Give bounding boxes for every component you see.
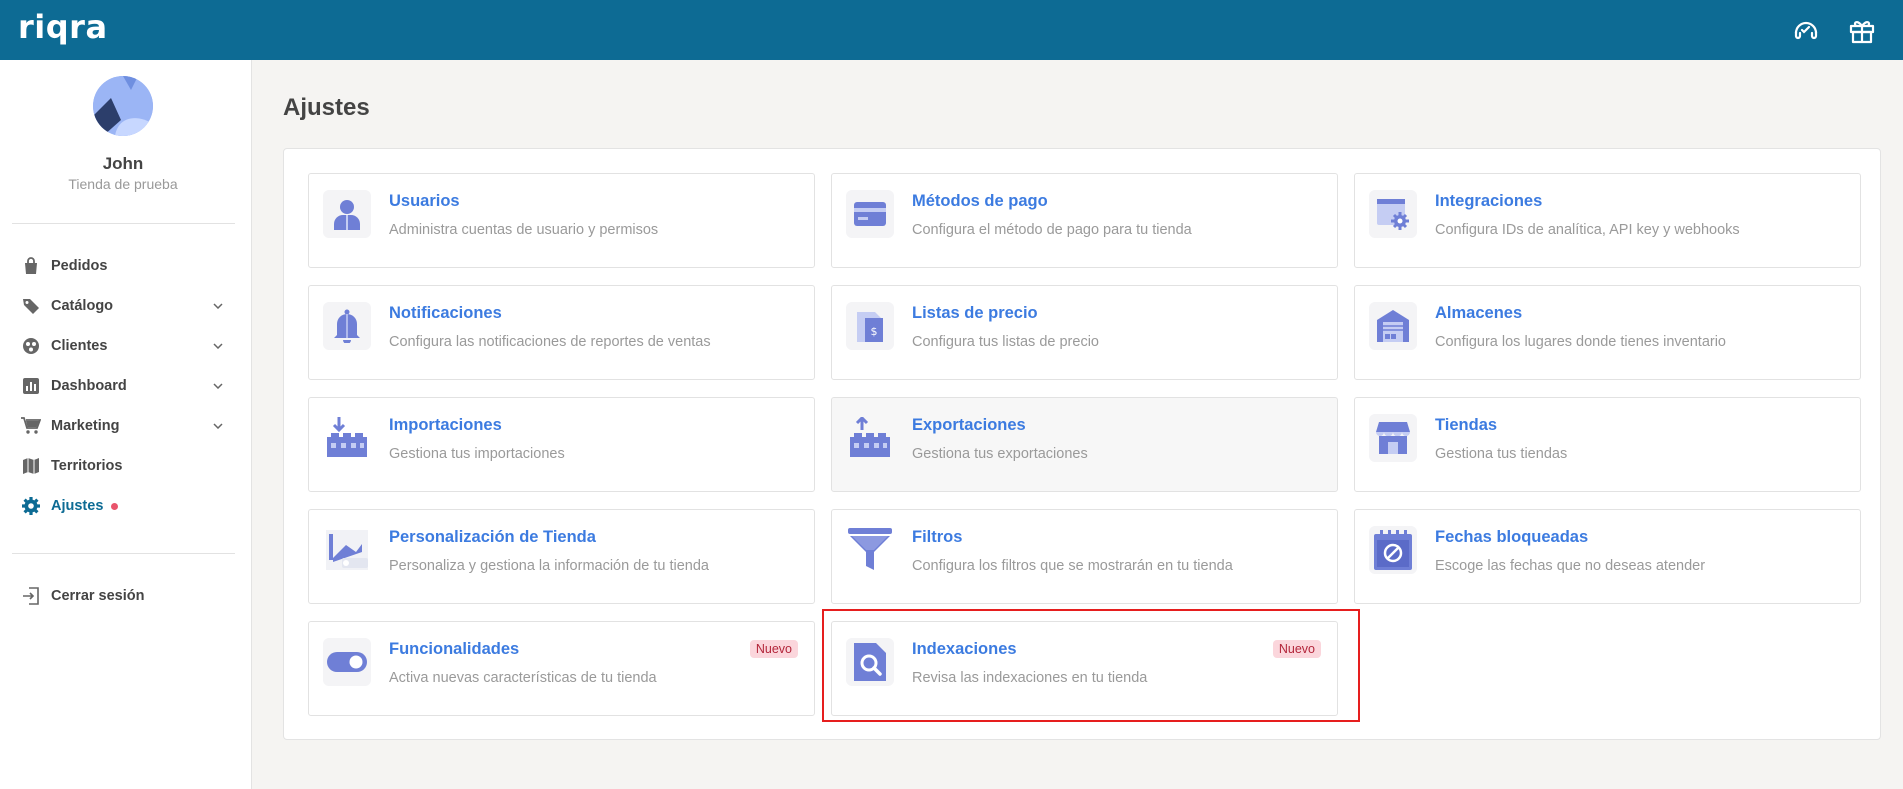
avatar[interactable]	[93, 76, 153, 136]
card-description: Configura las notificaciones de reportes…	[389, 334, 711, 350]
card-title: Almacenes	[1435, 304, 1523, 322]
filter-icon	[846, 526, 894, 574]
chevron-down-icon[interactable]	[210, 418, 226, 434]
export-icon	[846, 414, 894, 462]
settings-card-almacenes[interactable]: Almacenes Configura los lugares donde ti…	[1354, 285, 1861, 380]
logout-button[interactable]: Cerrar sesión	[20, 583, 230, 609]
sidebar-item-territorios[interactable]: Territorios	[20, 453, 230, 479]
sidebar-item-dashboard[interactable]: Dashboard	[20, 373, 230, 399]
card-description: Gestiona tus tiendas	[1435, 446, 1568, 462]
card-title: Importaciones	[389, 416, 502, 434]
top-bar: riqra	[0, 0, 1903, 60]
card-description: Configura los filtros que se mostrarán e…	[912, 558, 1233, 574]
user-icon	[323, 190, 371, 238]
credit-card-icon	[846, 190, 894, 238]
sidebar-item-label: Pedidos	[51, 258, 108, 274]
settings-card-notificaciones[interactable]: Notificaciones Configura las notificacio…	[308, 285, 815, 380]
integrations-icon	[1369, 190, 1417, 238]
settings-card-fechas-bloqueadas[interactable]: Fechas bloqueadas Escoge las fechas que …	[1354, 509, 1861, 604]
page-title: Ajustes	[283, 94, 370, 121]
card-title: Usuarios	[389, 192, 460, 210]
headset-icon[interactable]	[1789, 13, 1823, 47]
customize-icon	[323, 526, 371, 574]
card-title: Listas de precio	[912, 304, 1038, 322]
settings-card-funcionalidades[interactable]: Funcionalidades Activa nuevas caracterís…	[308, 621, 815, 716]
chevron-down-icon[interactable]	[210, 338, 226, 354]
users-icon	[20, 335, 42, 357]
settings-card-exportaciones[interactable]: Exportaciones Gestiona tus exportaciones	[831, 397, 1338, 492]
card-title: Métodos de pago	[912, 192, 1048, 210]
sidebar-item-label: Ajustes	[51, 498, 104, 514]
card-description: Configura IDs de analítica, API key y we…	[1435, 222, 1740, 238]
sidebar-item-label: Dashboard	[51, 378, 127, 394]
sidebar-divider	[12, 553, 235, 554]
settings-card-tiendas[interactable]: Tiendas Gestiona tus tiendas	[1354, 397, 1861, 492]
logout-label: Cerrar sesión	[51, 588, 145, 604]
svg-text:$: $	[871, 325, 878, 338]
card-title: Notificaciones	[389, 304, 502, 322]
gift-icon[interactable]	[1845, 13, 1879, 47]
settings-card-usuarios[interactable]: Usuarios Administra cuentas de usuario y…	[308, 173, 815, 268]
bag-icon	[20, 255, 42, 277]
settings-card-importaciones[interactable]: Importaciones Gestiona tus importaciones	[308, 397, 815, 492]
card-description: Personaliza y gestiona la información de…	[389, 558, 709, 574]
settings-card-metodos-de-pago[interactable]: Métodos de pago Configura el método de p…	[831, 173, 1338, 268]
sidebar-item-label: Catálogo	[51, 298, 114, 314]
card-description: Escoge las fechas que no deseas atender	[1435, 558, 1706, 574]
chart-icon	[20, 375, 42, 397]
warehouse-icon	[1369, 302, 1417, 350]
card-description: Gestiona tus exportaciones	[912, 446, 1088, 462]
card-title: Tiendas	[1435, 416, 1498, 434]
card-title: Fechas bloqueadas	[1435, 528, 1589, 546]
highlight-box	[822, 609, 1360, 722]
card-title: Exportaciones	[912, 416, 1026, 434]
card-description: Configura el método de pago para tu tien…	[912, 222, 1192, 238]
settings-card-personalizacion[interactable]: Personalización de Tienda Personaliza y …	[308, 509, 815, 604]
sidebar-item-pedidos[interactable]: Pedidos	[20, 253, 230, 279]
new-badge: Nuevo	[749, 640, 798, 658]
chevron-down-icon[interactable]	[210, 378, 226, 394]
settings-card-filtros[interactable]: Filtros Configura los filtros que se mos…	[831, 509, 1338, 604]
toggle-icon	[323, 638, 371, 686]
sidebar-divider	[12, 223, 235, 224]
card-description: Administra cuentas de usuario y permisos	[389, 222, 659, 238]
blocked-calendar-icon	[1369, 526, 1417, 574]
sidebar-item-label: Marketing	[51, 418, 120, 434]
card-description: Activa nuevas características de tu tien…	[389, 670, 657, 686]
sidebar: John Tienda de prueba Pedidos Catálogo C…	[0, 60, 252, 789]
store-icon	[1369, 414, 1417, 462]
cart-icon	[20, 415, 42, 437]
notification-dot	[111, 502, 119, 510]
card-description: Configura los lugares donde tienes inven…	[1435, 334, 1726, 350]
card-description: Configura tus listas de precio	[912, 334, 1099, 350]
card-title: Personalización de Tienda	[389, 528, 596, 546]
settings-card-integraciones[interactable]: Integraciones Configura IDs de analítica…	[1354, 173, 1861, 268]
card-title: Filtros	[912, 528, 963, 546]
sidebar-item-label: Territorios	[51, 458, 123, 474]
app-logo[interactable]: riqra	[18, 8, 108, 46]
chevron-down-icon[interactable]	[210, 298, 226, 314]
card-title: Integraciones	[1435, 192, 1543, 210]
gear-icon	[20, 495, 42, 517]
import-icon	[323, 414, 371, 462]
price-list-icon: $	[846, 302, 894, 350]
sidebar-item-clientes[interactable]: Clientes	[20, 333, 230, 359]
tag-icon	[20, 295, 42, 317]
sidebar-item-catalogo[interactable]: Catálogo	[20, 293, 230, 319]
sidebar-item-marketing[interactable]: Marketing	[20, 413, 230, 439]
settings-card-listas-de-precio[interactable]: $ Listas de precio Configura tus listas …	[831, 285, 1338, 380]
bell-icon	[323, 302, 371, 350]
sidebar-item-ajustes[interactable]: Ajustes	[20, 493, 230, 519]
sidebar-item-label: Clientes	[51, 338, 108, 354]
map-icon	[20, 455, 42, 477]
user-store: Tienda de prueba	[68, 176, 178, 192]
user-name: John	[102, 154, 144, 173]
card-description: Gestiona tus importaciones	[389, 446, 565, 462]
logout-icon	[20, 585, 42, 607]
card-title: Funcionalidades	[389, 640, 520, 658]
